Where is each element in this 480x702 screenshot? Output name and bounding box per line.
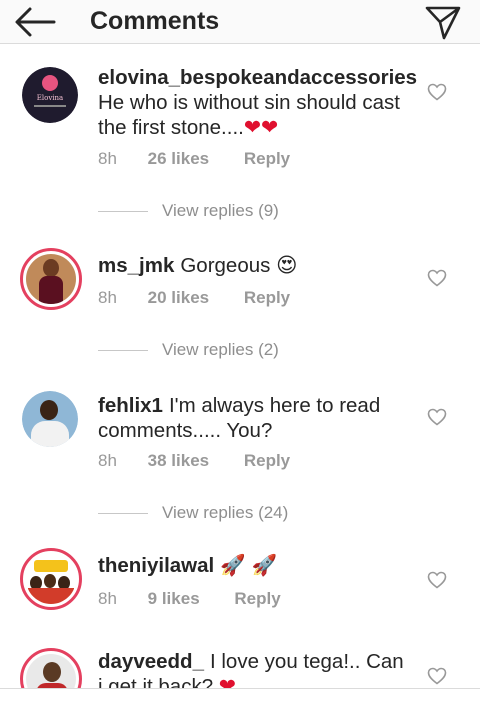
comment-body: Gorgeous [180,254,271,277]
back-arrow-icon[interactable] [14,6,56,38]
reply-button[interactable]: Reply [234,589,280,609]
heart-eyes-emoji: 😍 [276,254,298,277]
page-title: Comments [90,7,220,35]
view-replies-label: View replies (2) [162,340,279,359]
view-replies[interactable]: View replies (24) [98,503,288,523]
comment-username[interactable]: theniyilawal [98,554,214,577]
view-replies-label: View replies (24) [162,503,289,522]
likes-count[interactable]: 20 likes [148,288,209,308]
divider-line [98,513,148,515]
likes-count[interactable]: 9 likes [148,589,200,609]
comment-time: 8h [98,589,117,608]
avatar[interactable] [20,648,82,688]
comment-time: 8h [98,451,117,470]
send-icon[interactable] [424,3,462,41]
comment-text: fehlix1 I'm always here to read comments.… [98,393,408,443]
comment-text: ms_jmk Gorgeous 😍 [98,253,408,278]
comment-text: theniyilawal 🚀 🚀 [98,553,408,578]
comment-username[interactable]: ms_jmk [98,254,174,277]
avatar[interactable] [22,391,78,447]
like-heart-icon[interactable] [427,83,447,101]
likes-count[interactable]: 38 likes [148,451,209,471]
comment-text: elovina_bespokeandaccessories He who is … [98,65,417,140]
comment-meta: 8h 9 likes Reply [98,589,281,609]
avatar-logo-text: Elovina [36,94,64,102]
like-heart-icon[interactable] [427,667,447,685]
avatar[interactable]: Elovina [22,67,78,123]
like-heart-icon[interactable] [427,408,447,426]
rocket-emojis: 🚀 🚀 [220,554,277,577]
view-replies[interactable]: View replies (9) [98,201,279,221]
comment-item: dayveedd_ I love you tega!.. Can i get it… [0,646,480,688]
avatar[interactable] [20,248,82,310]
heart-emoji: ❤❤ [243,116,279,139]
divider-line [98,211,148,213]
likes-count[interactable]: 26 likes [148,149,209,169]
reply-button[interactable]: Reply [244,149,290,169]
comment-username[interactable]: dayveedd_ [98,650,204,673]
comment-username[interactable]: fehlix1 [98,394,163,417]
comment-meta: 8h 20 likes Reply [98,288,290,308]
reply-button[interactable]: Reply [244,451,290,471]
comment-username[interactable]: elovina_bespokeandaccessories [98,66,417,89]
like-heart-icon[interactable] [427,269,447,287]
avatar[interactable] [20,548,82,610]
comment-meta: 8h 26 likes Reply [98,149,290,169]
view-replies[interactable]: View replies (2) [98,340,279,360]
reply-button[interactable]: Reply [244,288,290,308]
like-heart-icon[interactable] [427,571,447,589]
heart-emoji: ❤ [218,675,236,688]
divider-line [98,350,148,352]
comment-meta: 8h 38 likes Reply [98,451,290,471]
comment-text: dayveedd_ I love you tega!.. Can i get it… [98,649,408,688]
view-replies-label: View replies (9) [162,201,279,220]
bottom-divider [0,688,480,689]
comment-time: 8h [98,288,117,307]
top-bar: Comments [0,0,480,44]
comment-time: 8h [98,149,117,168]
